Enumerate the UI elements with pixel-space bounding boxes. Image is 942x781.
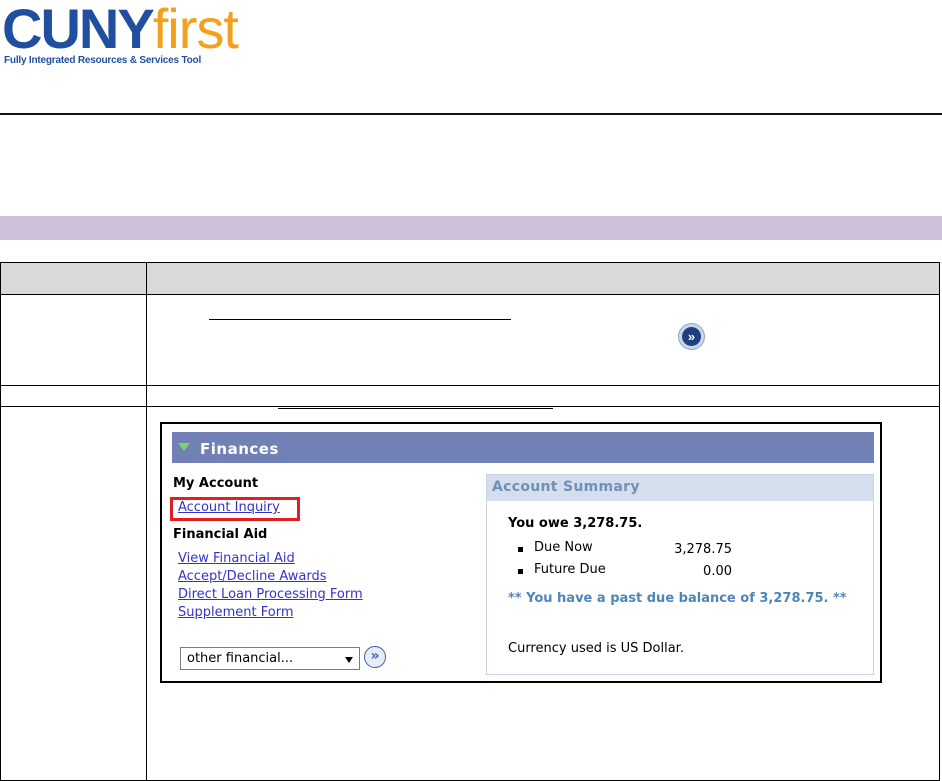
account-summary-title: Account Summary — [492, 479, 640, 495]
step-row — [0, 385, 940, 407]
finances-screenshot: Finances My Account Account Inquiry Fina… — [160, 422, 882, 683]
past-due-message: ** You have a past due balance of 3,278.… — [508, 591, 847, 606]
next-button[interactable]: » — [678, 323, 705, 350]
view-financial-aid-link[interactable]: View Financial Aid — [178, 551, 295, 566]
link-underline — [278, 408, 553, 409]
fast-forward-icon: » — [682, 327, 701, 346]
finances-title: Finances — [200, 440, 279, 458]
collapse-triangle-icon[interactable] — [178, 443, 190, 451]
dropdown-arrow-icon — [345, 657, 353, 663]
supplement-form-link[interactable]: Supplement Form — [178, 605, 293, 620]
accept-decline-awards-link[interactable]: Accept/Decline Awards — [178, 569, 327, 584]
other-financial-select[interactable]: other financial... — [180, 647, 360, 670]
account-summary-header: Account Summary — [487, 475, 873, 501]
select-value: other financial... — [187, 651, 294, 666]
go-button[interactable]: » — [364, 646, 386, 668]
step-row — [0, 294, 940, 386]
logo-cuny-text: CUNY — [2, 0, 155, 60]
highlight-box — [170, 497, 300, 521]
header-divider — [0, 113, 942, 115]
amount-owed-text: You owe 3,278.75. — [508, 516, 643, 531]
steps-header-row — [0, 262, 940, 295]
bullet-icon — [518, 547, 523, 552]
financial-aid-heading: Financial Aid — [173, 527, 268, 542]
due-now-label: Due Now — [534, 540, 593, 555]
logo-first-text: first — [152, 0, 239, 60]
link-underline — [209, 319, 511, 320]
currency-note: Currency used is US Dollar. — [508, 641, 684, 656]
future-due-label: Future Due — [534, 562, 606, 577]
account-summary-panel: Account Summary You owe 3,278.75. Due No… — [486, 474, 874, 675]
due-now-value: 3,278.75 — [674, 542, 732, 557]
logo-tagline: Fully Integrated Resources & Services To… — [4, 55, 202, 66]
bullet-icon — [518, 569, 523, 574]
direct-loan-form-link[interactable]: Direct Loan Processing Form — [178, 587, 363, 602]
section-band — [0, 216, 942, 240]
future-due-value: 0.00 — [703, 564, 732, 579]
finances-header: Finances — [172, 432, 874, 463]
cunyfirst-logo: CUNYfirst Fully Integrated Resources & S… — [2, 0, 239, 66]
my-account-heading: My Account — [173, 476, 259, 491]
